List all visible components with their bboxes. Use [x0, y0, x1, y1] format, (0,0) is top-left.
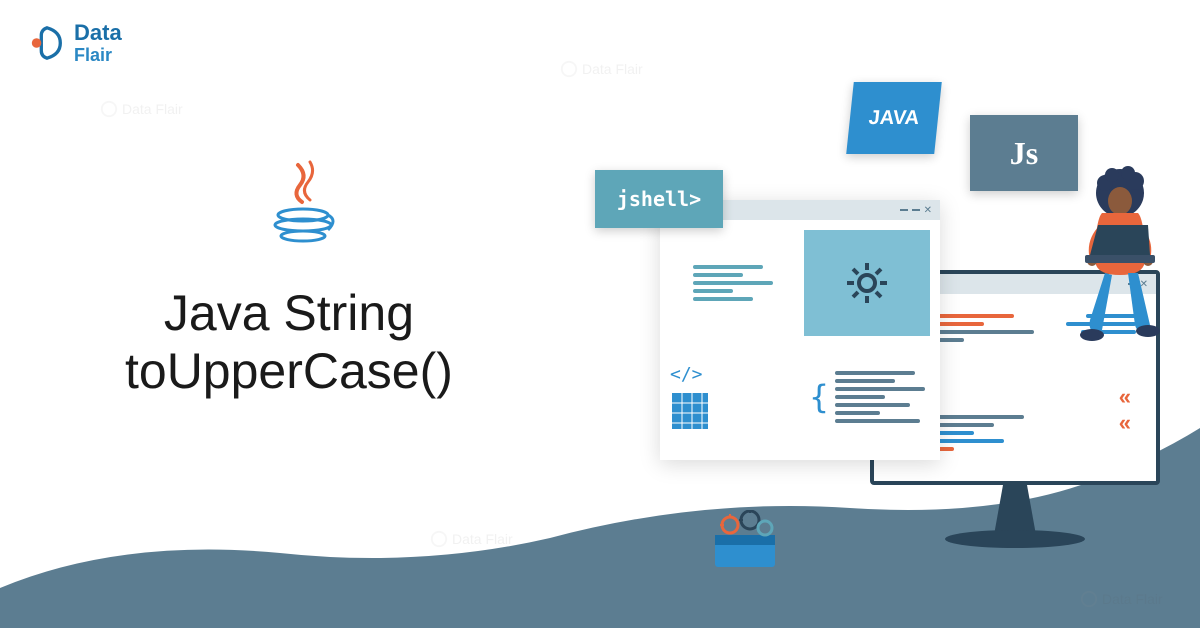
- logo-text-data: Data: [74, 22, 122, 44]
- title-line-2: toUpperCase(): [125, 343, 453, 401]
- toolbox-icon: [710, 510, 780, 570]
- monitor-stand: [985, 485, 1045, 535]
- person-illustration: [1060, 165, 1190, 365]
- jshell-badge: jshell>: [595, 170, 723, 228]
- watermark: Data Flair: [430, 530, 513, 548]
- watermark: Data Flair: [100, 100, 183, 118]
- hero-illustration: ✕ « « ✕: [560, 50, 1180, 610]
- java-badge: JAVA: [846, 82, 942, 154]
- title-line-1: Java String: [125, 285, 453, 343]
- brand-icon: [28, 24, 66, 62]
- logo-text-flair: Flair: [74, 46, 122, 64]
- grid-icon: [670, 391, 710, 431]
- page-title: Java String toUpperCase(): [125, 285, 453, 400]
- brand-logo: Data Flair: [28, 22, 122, 64]
- code-window: ✕: [660, 200, 940, 460]
- gear-icon: [842, 258, 892, 308]
- java-logo-icon: [268, 160, 338, 250]
- monitor-base: [945, 530, 1085, 548]
